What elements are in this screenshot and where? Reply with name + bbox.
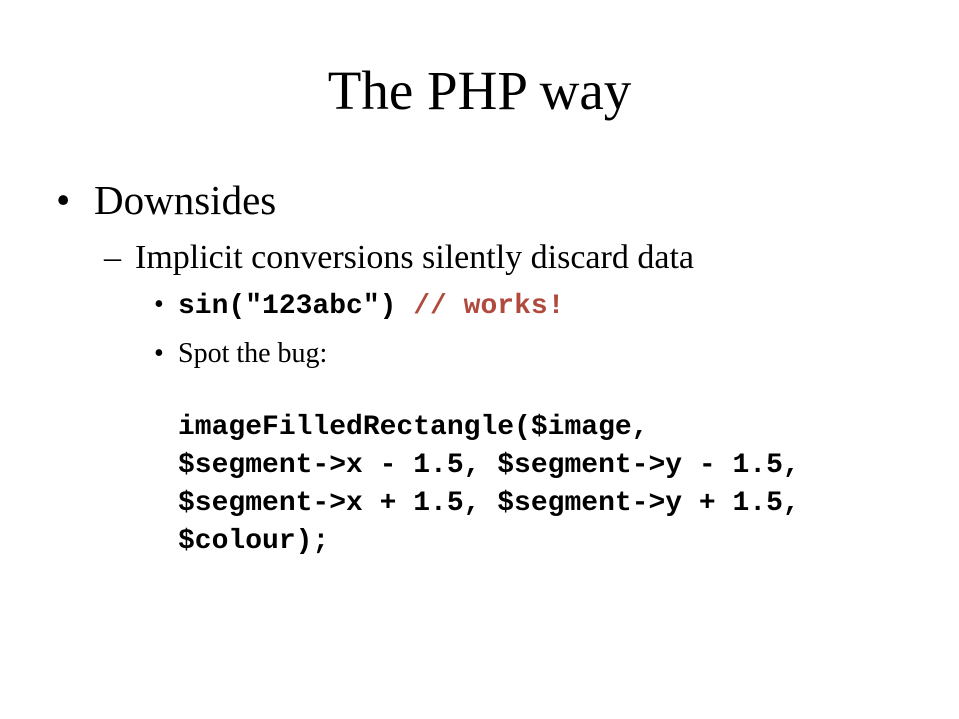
spot-the-bug-text: Spot the bug: bbox=[178, 338, 328, 369]
bullet-icon: • bbox=[154, 289, 164, 320]
dash-icon: – bbox=[104, 239, 121, 276]
subpoint-implicit-conversions: – Implicit conversions silently discard d… bbox=[104, 237, 694, 279]
code-line: imageFilledRectangle($image, bbox=[178, 412, 649, 443]
sin-code: sin("123abc") bbox=[178, 291, 397, 322]
item-spot-the-bug: • Spot the bug: bbox=[154, 337, 327, 371]
bullet-icon: • bbox=[56, 177, 71, 223]
code-line: $segment->x + 1.5, $segment->y + 1.5, bbox=[178, 488, 800, 519]
code-line: $segment->x - 1.5, $segment->y - 1.5, bbox=[178, 450, 800, 481]
code-block: imageFilledRectangle($image, $segment->x … bbox=[178, 409, 800, 561]
code-line: $colour); bbox=[178, 526, 330, 557]
bullet-downsides-text: Downsides bbox=[94, 177, 277, 223]
sin-comment: // works! bbox=[413, 291, 565, 322]
subpoint-implicit-conversions-text: Implicit conversions silently discard da… bbox=[135, 239, 694, 276]
slide: The PHP way • Downsides – Implicit convers… bbox=[0, 0, 959, 719]
slide-title: The PHP way bbox=[327, 60, 632, 121]
bullet-downsides: • Downsides bbox=[56, 175, 276, 225]
bullet-icon: • bbox=[154, 338, 164, 369]
item-sin-example: • sin("123abc") // works! bbox=[154, 288, 564, 324]
